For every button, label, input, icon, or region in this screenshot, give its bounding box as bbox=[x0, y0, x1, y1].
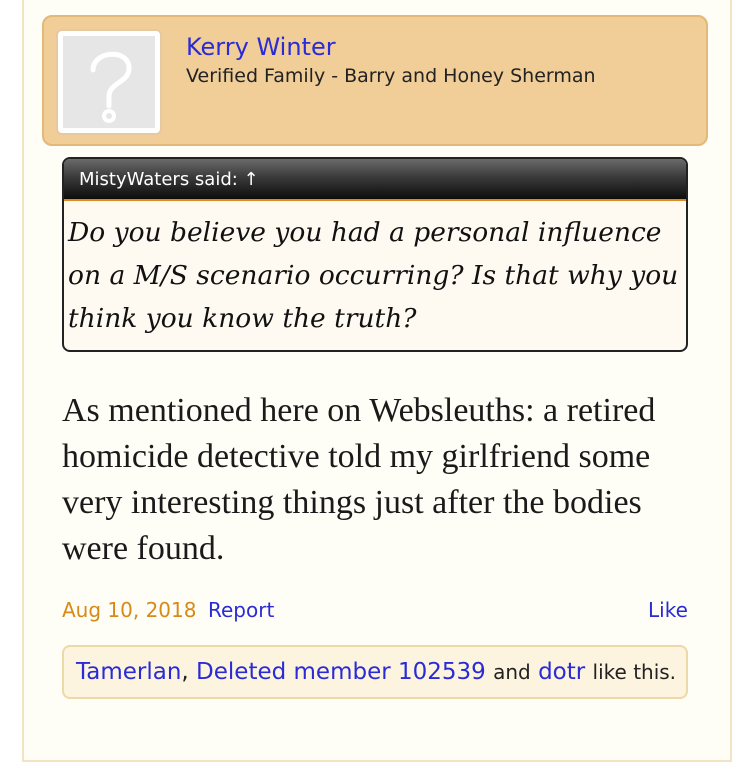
liker-link[interactable]: Tamerlan bbox=[76, 659, 181, 685]
page: Kerry Winter Verified Family - Barry and… bbox=[0, 0, 750, 767]
likes-separator: , bbox=[181, 659, 197, 685]
liker-link[interactable]: dotr bbox=[538, 659, 585, 685]
user-title: Verified Family - Barry and Honey Sherma… bbox=[186, 65, 596, 87]
like-button[interactable]: Like bbox=[648, 598, 688, 622]
avatar[interactable] bbox=[56, 29, 162, 135]
likes-suffix: like this. bbox=[592, 660, 677, 684]
likes-summary: Tamerlan, Deleted member 102539 and dotr… bbox=[62, 645, 688, 699]
quote-attribution[interactable]: MistyWaters said: ↑ bbox=[64, 159, 686, 201]
likes-and-word: and bbox=[493, 660, 531, 684]
unknown-avatar-icon bbox=[63, 36, 155, 128]
post-message: As mentioned here on Websleuths: a retir… bbox=[62, 392, 656, 567]
post-date[interactable]: Aug 10, 2018 bbox=[62, 598, 196, 622]
user-info-bar: Kerry Winter Verified Family - Barry and… bbox=[42, 15, 708, 146]
quote-text: Do you believe you had a personal influe… bbox=[68, 217, 679, 334]
liker-link[interactable]: Deleted member 102539 bbox=[196, 659, 486, 685]
report-link[interactable]: Report bbox=[208, 598, 274, 622]
quote-block: MistyWaters said: ↑ Do you believe you h… bbox=[62, 157, 688, 352]
username-link[interactable]: Kerry Winter bbox=[186, 33, 336, 61]
